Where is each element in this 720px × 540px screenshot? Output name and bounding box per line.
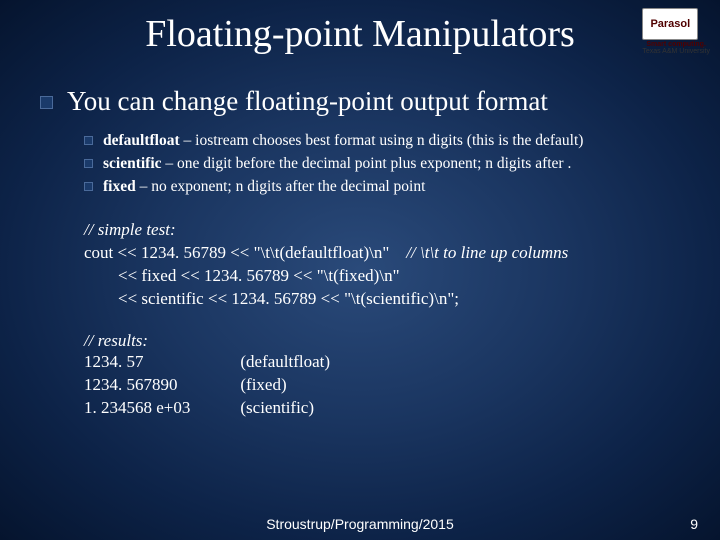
logo-tagline: Smart computing.: [642, 41, 710, 48]
main-bullet-text: You can change floating-point output for…: [67, 86, 548, 117]
code-line: cout << 1234. 56789 << "\t\t(defaultfloa…: [84, 242, 680, 265]
bullet-square-icon: [40, 96, 53, 109]
main-bullet: You can change floating-point output for…: [40, 86, 680, 117]
slide-content: You can change floating-point output for…: [0, 56, 720, 420]
sub-bullet: defaultfloat – iostream chooses best for…: [84, 131, 680, 151]
results-values: 1234. 57 1234. 567890 1. 234568 e+03: [84, 351, 190, 420]
code-example: // simple test: cout << 1234. 56789 << "…: [84, 219, 680, 311]
page-number: 9: [690, 516, 698, 532]
sub-bullet-list: defaultfloat – iostream chooses best for…: [84, 131, 680, 197]
bullet-square-icon: [84, 136, 93, 145]
sub-bullet: scientific – one digit before the decima…: [84, 154, 680, 174]
result-label: (defaultfloat): [240, 351, 330, 374]
bullet-square-icon: [84, 182, 93, 191]
result-label: (fixed): [240, 374, 330, 397]
results-comment: // results:: [84, 331, 680, 351]
sub-bullet-text: defaultfloat – iostream chooses best for…: [103, 131, 583, 151]
code-line: << fixed << 1234. 56789 << "\t(fixed)\n": [84, 265, 680, 288]
result-value: 1. 234568 e+03: [84, 397, 190, 420]
sub-bullet: fixed – no exponent; n digits after the …: [84, 177, 680, 197]
logo-university: Texas A&M University: [642, 48, 710, 55]
result-value: 1234. 57: [84, 351, 190, 374]
result-label: (scientific): [240, 397, 330, 420]
bullet-square-icon: [84, 159, 93, 168]
result-value: 1234. 567890: [84, 374, 190, 397]
results-block: // results: 1234. 57 1234. 567890 1. 234…: [84, 331, 680, 420]
slide-footer: Stroustrup/Programming/2015: [0, 516, 720, 532]
slide-title: Floating-point Manipulators: [0, 0, 720, 56]
sub-bullet-text: fixed – no exponent; n digits after the …: [103, 177, 425, 197]
results-labels: (defaultfloat) (fixed) (scientific): [240, 351, 330, 420]
code-line: << scientific << 1234. 56789 << "\t(scie…: [84, 288, 680, 311]
sub-bullet-text: scientific – one digit before the decima…: [103, 154, 571, 174]
code-comment: // simple test:: [84, 219, 680, 242]
parasol-logo: Parasol Smart computing. Texas A&M Unive…: [642, 8, 710, 55]
logo-box: Parasol: [642, 8, 698, 40]
